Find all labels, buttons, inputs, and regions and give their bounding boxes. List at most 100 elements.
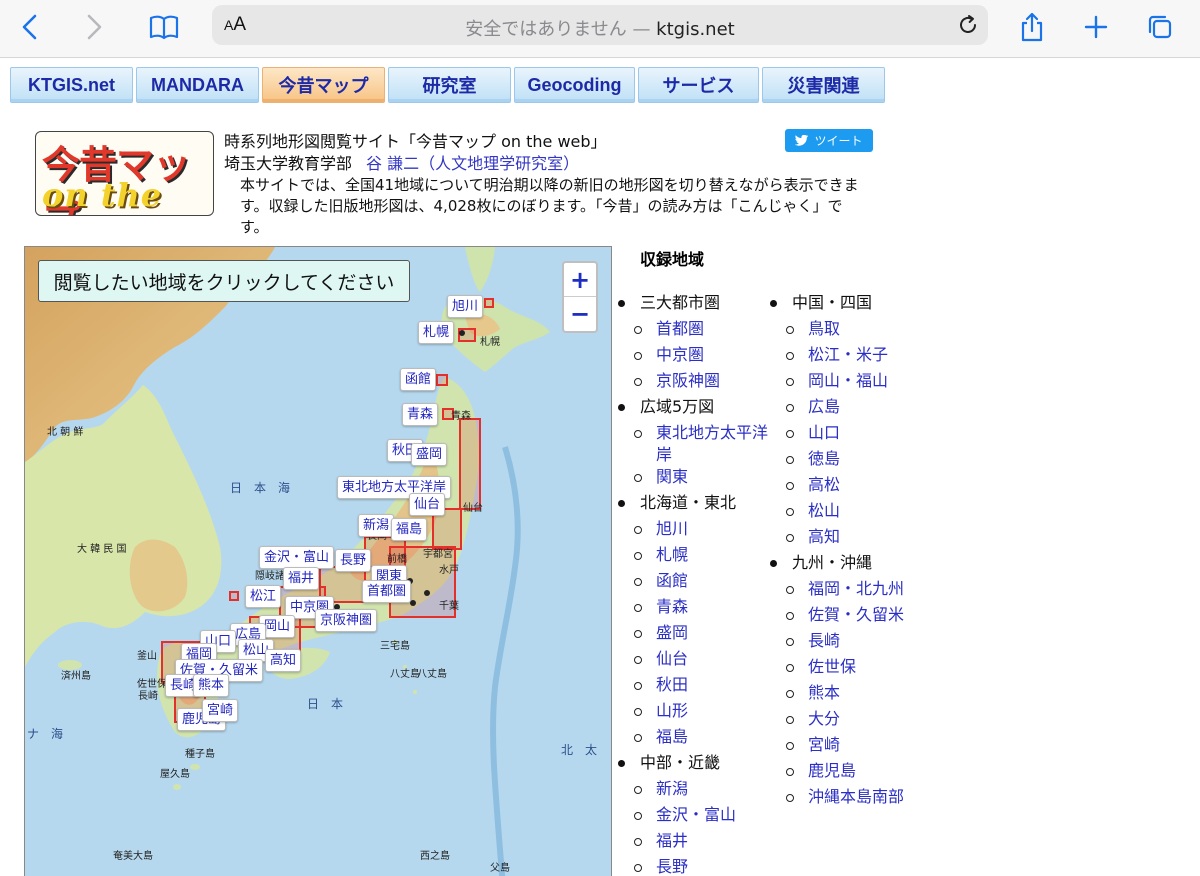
reload-icon[interactable] <box>956 13 980 37</box>
region-link[interactable]: 秋田 <box>618 674 768 700</box>
region-link[interactable]: 山口 <box>770 422 904 448</box>
share-button[interactable] <box>1012 10 1052 44</box>
map-region-label[interactable]: 宮崎 <box>202 699 239 722</box>
map-region-label[interactable]: 旭川 <box>447 295 484 318</box>
map-region-label[interactable]: 京阪神圏 <box>315 609 378 632</box>
tab-mandara[interactable]: MANDARA <box>136 67 259 103</box>
region-category: 広域5万図 <box>618 396 768 422</box>
region-link[interactable]: 福島 <box>618 726 768 752</box>
map-instruction: 閲覧したい地域をクリックしてください <box>38 260 410 302</box>
region-category: 九州・沖縄 <box>770 552 904 578</box>
region-category: 中国・四国 <box>770 292 904 318</box>
tabs-overview-button[interactable] <box>1140 10 1180 44</box>
map-geo-text: 北 太 <box>561 743 598 757</box>
map-region-label[interactable]: 札幌 <box>418 321 455 344</box>
region-link[interactable]: 鹿児島 <box>770 760 904 786</box>
site-logo[interactable]: 今昔マップ on the web <box>35 131 214 216</box>
region-link[interactable]: 高松 <box>770 474 904 500</box>
zoom-control: + − <box>562 261 598 333</box>
tweet-button[interactable]: ツイート <box>785 129 873 152</box>
region-link[interactable]: 仙台 <box>618 648 768 674</box>
affiliation: 埼玉大学教育学部谷 謙二（人文地理学研究室） <box>224 154 580 173</box>
forward-button[interactable] <box>74 10 114 44</box>
region-link[interactable]: 大分 <box>770 708 904 734</box>
tab-lab[interactable]: 研究室 <box>388 67 511 103</box>
region-link[interactable]: 盛岡 <box>618 622 768 648</box>
map-geo-text: 種子島 <box>185 749 215 760</box>
region-link[interactable]: 関東 <box>618 466 768 492</box>
tab-disaster[interactable]: 災害関連 <box>762 67 885 103</box>
map-region-label[interactable]: 仙台 <box>409 493 446 516</box>
site-title: 時系列地形図閲覧サイト「今昔マップ on the web」 <box>224 132 607 151</box>
map-region-label[interactable]: 金沢・富山 <box>259 546 335 569</box>
map-geo-text: 屋久島 <box>160 769 190 780</box>
map-geo-text: 青森 <box>451 411 471 422</box>
map-geo-text: 釜山 <box>137 651 157 662</box>
zoom-out-button[interactable]: − <box>564 297 596 331</box>
region-link[interactable]: 札幌 <box>618 544 768 570</box>
region-link[interactable]: 熊本 <box>770 682 904 708</box>
author-link[interactable]: 谷 謙二（人文地理学研究室） <box>366 154 579 173</box>
map-region-label[interactable]: 青森 <box>402 403 439 426</box>
region-link[interactable]: 鳥取 <box>770 318 904 344</box>
new-tab-button[interactable] <box>1076 10 1116 44</box>
region-link[interactable]: 徳島 <box>770 448 904 474</box>
tab-ktgis[interactable]: KTGIS.net <box>10 67 133 103</box>
region-link[interactable]: 佐世保 <box>770 656 904 682</box>
map-region-label[interactable]: 新潟 <box>358 514 395 537</box>
tab-geocoding[interactable]: Geocoding <box>514 67 635 103</box>
region-link[interactable]: 長崎 <box>770 630 904 656</box>
share-icon <box>1021 12 1043 42</box>
region-link[interactable]: 松山 <box>770 500 904 526</box>
region-link[interactable]: 長野 <box>618 856 768 876</box>
region-link[interactable]: 福岡・北九州 <box>770 578 904 604</box>
zoom-in-button[interactable]: + <box>564 263 596 297</box>
region-link[interactable]: 東北地方太平洋岸 <box>618 422 768 466</box>
map-region-label[interactable]: 松江 <box>245 585 282 608</box>
map-region-label[interactable]: 福島 <box>391 518 428 541</box>
region-link[interactable]: 中京圏 <box>618 344 768 370</box>
region-link[interactable]: 函館 <box>618 570 768 596</box>
region-link[interactable]: 高知 <box>770 526 904 552</box>
region-link[interactable]: 佐賀・久留米 <box>770 604 904 630</box>
region-link[interactable]: 沖縄本島南部 <box>770 786 904 812</box>
tab-konjaku-map[interactable]: 今昔マップ <box>262 67 385 103</box>
region-link[interactable]: 松江・米子 <box>770 344 904 370</box>
map-region-label[interactable]: 長野 <box>335 549 372 572</box>
region-link[interactable]: 青森 <box>618 596 768 622</box>
region-link[interactable]: 福井 <box>618 830 768 856</box>
region-link[interactable]: 首都圏 <box>618 318 768 344</box>
map-geo-text: 西之島 <box>420 851 450 862</box>
map-region-label[interactable]: 福井 <box>283 567 320 590</box>
map-region-label[interactable]: 高知 <box>265 649 302 672</box>
region-link[interactable]: 京阪神圏 <box>618 370 768 396</box>
map-region-label[interactable]: 熊本 <box>193 674 230 697</box>
plus-icon <box>1084 15 1108 39</box>
book-icon <box>149 15 179 40</box>
map-geo-text: 水戸 <box>439 565 459 576</box>
address-bar[interactable]: AAAA 安全ではありません — ktgis.net <box>212 5 988 45</box>
map-geo-text: 札幌 <box>480 337 500 348</box>
japan-index-map[interactable]: 北 朝 鮮 大 韓 民 国 日 本 海 日 本 北 太 ナ 海 八丈島 西之島 … <box>24 246 612 876</box>
map-geo-text: 千葉 <box>439 601 459 612</box>
region-link[interactable]: 新潟 <box>618 778 768 804</box>
bookmarks-button[interactable] <box>144 10 184 44</box>
map-geo-text: 八丈島 <box>390 669 420 680</box>
region-link[interactable]: 山形 <box>618 700 768 726</box>
browser-toolbar: AAAA 安全ではありません — ktgis.net <box>0 0 1200 58</box>
site-description: 本サイトでは、全国41地域について明治期以降の新旧の地形図を切り替えながら表示で… <box>240 176 859 236</box>
map-geo-text: 長崎 <box>138 691 158 702</box>
region-link[interactable]: 旭川 <box>618 518 768 544</box>
map-geo-text: 三宅島 <box>380 641 410 652</box>
region-link[interactable]: 広島 <box>770 396 904 422</box>
map-region-label[interactable]: 首都圏 <box>362 580 412 603</box>
tab-services[interactable]: サービス <box>638 67 759 103</box>
chevron-right-icon <box>87 14 102 40</box>
region-link[interactable]: 金沢・富山 <box>618 804 768 830</box>
back-button[interactable] <box>10 10 50 44</box>
map-region-label[interactable]: 盛岡 <box>411 443 448 466</box>
region-column-2: 中国・四国 鳥取 松江・米子 岡山・福山 広島 山口 徳島 高松 松山 高知 九… <box>770 292 904 812</box>
region-link[interactable]: 岡山・福山 <box>770 370 904 396</box>
region-link[interactable]: 宮崎 <box>770 734 904 760</box>
map-region-label[interactable]: 函館 <box>400 368 437 391</box>
